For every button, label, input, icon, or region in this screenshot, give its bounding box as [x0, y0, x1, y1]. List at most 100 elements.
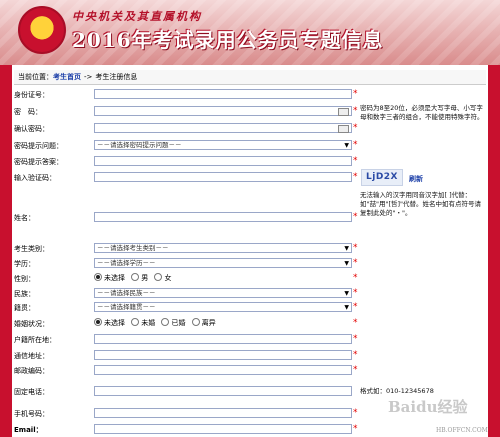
required-marker: *	[353, 172, 358, 182]
confirm-password-label: 确认密码：	[14, 125, 49, 133]
radio-icon[interactable]	[154, 273, 163, 281]
radio-checked-icon[interactable]	[94, 273, 102, 281]
gender-option-female[interactable]: 女	[154, 273, 171, 283]
chevron-down-icon: ▼	[344, 290, 349, 297]
chevron-down-icon: ▼	[344, 142, 349, 149]
marital-label: 婚姻状况：	[14, 320, 49, 328]
education-label: 学历：	[14, 260, 35, 268]
email-input[interactable]	[94, 424, 352, 434]
breadcrumb-label: 当前位置：	[18, 73, 53, 81]
right-rail	[488, 65, 500, 437]
address-input[interactable]	[94, 350, 352, 360]
brand-line: 中央机关及其直属机构	[72, 10, 202, 23]
name-label: 姓名：	[14, 214, 35, 222]
password-input[interactable]	[94, 106, 352, 116]
name-input[interactable]	[94, 212, 352, 222]
hometown-label: 籍贯：	[14, 304, 35, 312]
required-marker: *	[353, 288, 358, 298]
site-title: 2016年考试录用公务员专题信息	[72, 28, 384, 52]
pw-question-label: 密码提示问题：	[14, 142, 63, 150]
education-select[interactable]: －－请选择学历－－ ▼	[94, 258, 352, 268]
hometown-value: －－请选择籍贯－－	[97, 303, 156, 311]
name-hint: 无法输入的汉字用同音汉字加[ ]代替：如"喆"用"[哲]"代替。姓名中如有点符号…	[360, 191, 482, 217]
pw-answer-label: 密码提示答案：	[14, 158, 63, 166]
candidate-type-value: －－请选择考生类别－－	[97, 244, 169, 252]
phone-label: 固定电话：	[14, 388, 49, 396]
gender-option-label: 未选择	[104, 274, 125, 282]
pw-answer-input[interactable]	[94, 156, 352, 166]
required-marker: *	[353, 123, 358, 133]
national-emblem-icon: ★	[18, 6, 66, 54]
gender-label: 性别：	[14, 275, 35, 283]
ethnicity-select[interactable]: －－请选择民族－－ ▼	[94, 288, 352, 298]
chevron-down-icon: ▼	[344, 245, 349, 252]
captcha-image: LjD2X	[361, 169, 403, 186]
keyboard-icon[interactable]	[338, 125, 349, 133]
phone-input[interactable]	[94, 386, 352, 396]
gender-option-male[interactable]: 男	[131, 273, 148, 283]
breadcrumb-home-link[interactable]: 考生首页	[53, 70, 81, 84]
pw-question-value: －－请选择密码提示问题－－	[97, 141, 182, 149]
captcha-input[interactable]	[94, 172, 352, 182]
keyboard-icon[interactable]	[338, 108, 349, 116]
breadcrumb-separator: ->	[84, 73, 93, 81]
address-label: 通信地址：	[14, 352, 49, 360]
radio-icon[interactable]	[191, 318, 200, 326]
chevron-down-icon: ▼	[344, 260, 349, 267]
education-value: －－请选择学历－－	[97, 259, 156, 267]
baidu-watermark: Baidu经验	[388, 398, 468, 416]
required-marker: *	[353, 334, 358, 344]
marital-option-label: 未婚	[141, 319, 156, 327]
offcn-watermark: HB.OFFCN.COM	[436, 427, 488, 434]
required-marker: *	[353, 89, 358, 99]
required-marker: *	[353, 106, 358, 116]
required-marker: *	[353, 365, 358, 375]
pw-question-select[interactable]: －－请选择密码提示问题－－ ▼	[94, 140, 352, 150]
breadcrumb: 当前位置：考生首页 -> 考生注册信息	[14, 70, 486, 85]
marital-option-single[interactable]: 未婚	[131, 318, 155, 328]
required-marker: *	[353, 302, 358, 312]
radio-checked-icon[interactable]	[94, 318, 102, 326]
mobile-input[interactable]	[94, 408, 352, 418]
emblem-star-icon: ★	[33, 15, 51, 39]
required-marker: *	[353, 318, 358, 328]
required-marker: *	[353, 156, 358, 166]
breadcrumb-current: 考生注册信息	[95, 73, 138, 81]
refresh-captcha-link[interactable]: 刷新	[409, 174, 423, 184]
radio-icon[interactable]	[131, 318, 140, 326]
candidate-type-label: 考生类别：	[14, 245, 49, 253]
marital-option-divorced[interactable]: 离异	[191, 318, 216, 328]
confirm-password-input[interactable]	[94, 123, 352, 133]
marital-option-label: 已婚	[171, 319, 186, 327]
password-label: 密 码：	[14, 108, 42, 116]
email-label: Email：	[14, 426, 43, 434]
site-banner: ★ 中央机关及其直属机构 2016年考试录用公务员专题信息	[0, 0, 500, 65]
radio-icon[interactable]	[131, 273, 140, 281]
password-hint: 密码为8至20位，必须是大写字母、小写字母和数字三者的组合，不能使用特殊字符。	[360, 104, 484, 121]
marital-option-married[interactable]: 已婚	[161, 318, 185, 328]
hukou-input[interactable]	[94, 334, 352, 344]
marital-option-label: 未选择	[104, 319, 125, 327]
hometown-select[interactable]: －－请选择籍贯－－ ▼	[94, 302, 352, 312]
marital-radio-group: 未选择 未婚 已婚 离异	[94, 318, 220, 328]
postcode-input[interactable]	[94, 365, 352, 375]
required-marker: *	[353, 243, 358, 253]
radio-icon[interactable]	[161, 318, 170, 326]
gender-option-unselected[interactable]: 未选择	[94, 273, 125, 283]
marital-option-unselected[interactable]: 未选择	[94, 318, 125, 328]
required-marker: *	[353, 140, 358, 150]
hukou-label: 户籍所在地：	[14, 336, 56, 344]
chevron-down-icon: ▼	[344, 304, 349, 311]
ethnicity-label: 民族：	[14, 290, 35, 298]
postcode-label: 邮政编码：	[14, 367, 49, 375]
left-rail	[0, 65, 12, 437]
candidate-type-select[interactable]: －－请选择考生类别－－ ▼	[94, 243, 352, 253]
required-marker: *	[353, 273, 358, 283]
phone-format-hint: 格式如：010-12345678	[360, 387, 434, 395]
id-number-input[interactable]	[94, 89, 352, 99]
required-marker: *	[353, 212, 358, 222]
gender-radio-group: 未选择 男 女	[94, 273, 175, 283]
required-marker: *	[353, 350, 358, 360]
gender-option-label: 男	[141, 274, 149, 282]
id-number-label: 身份证号：	[14, 91, 49, 99]
